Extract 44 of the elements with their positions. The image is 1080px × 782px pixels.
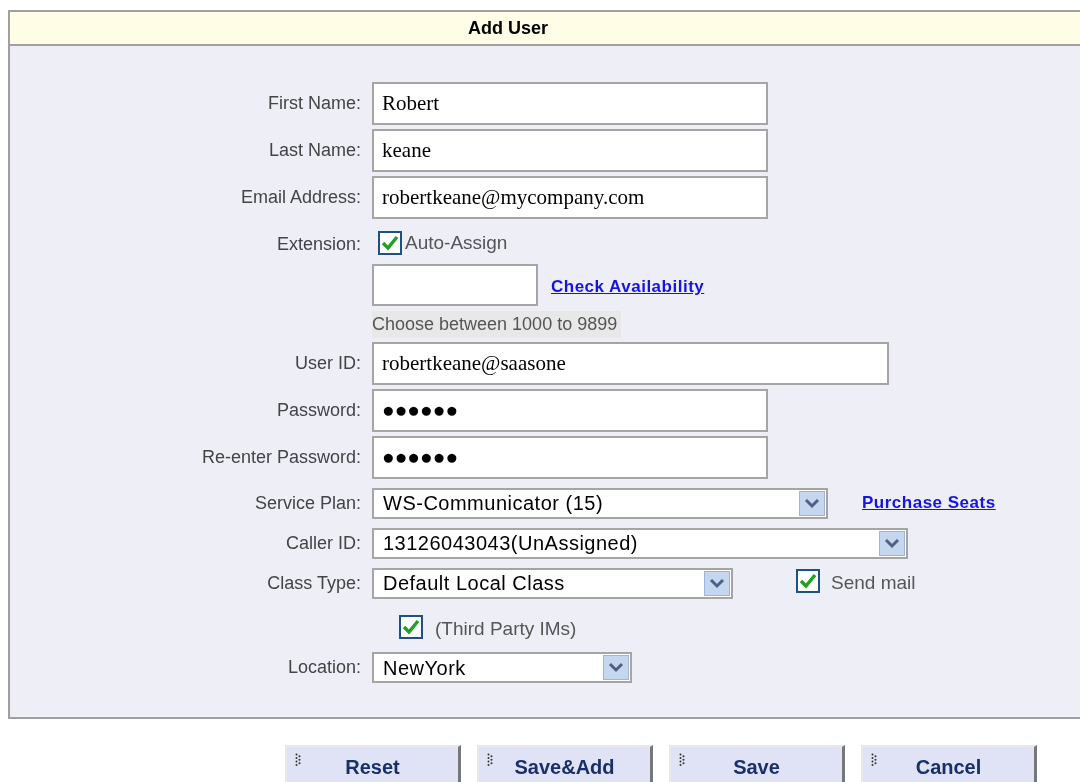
grip-icon — [871, 753, 877, 767]
grip-icon — [487, 753, 493, 767]
dropdown[interactable]: Default Local Class — [372, 567, 733, 599]
field-label: Password: — [276, 399, 361, 420]
action-button[interactable]: Save — [669, 745, 845, 782]
link[interactable]: Purchase Seats — [862, 490, 996, 516]
grip-icon — [679, 753, 685, 767]
dropdown[interactable]: NewYork — [372, 652, 632, 683]
input-field[interactable]: keane — [372, 129, 768, 172]
checkbox[interactable] — [796, 569, 820, 593]
input-field[interactable]: Robert — [372, 82, 768, 125]
checkbox-label: Auto-Assign — [405, 231, 508, 255]
field-label: Re-enter Password: — [201, 446, 361, 467]
chevron-down-icon — [879, 530, 905, 556]
checkbox-label: (Third Party IMs) — [435, 616, 577, 641]
input-field[interactable]: ●●●●●● — [372, 435, 768, 479]
grip-icon — [295, 753, 301, 767]
field-label: Class Type: — [267, 572, 361, 593]
field-label: Last Name: — [268, 140, 361, 160]
checkbox[interactable] — [378, 231, 402, 256]
link[interactable]: Check Availability — [551, 274, 705, 300]
dropdown[interactable]: 13126043043(UnAssigned) — [372, 527, 908, 559]
chevron-down-icon — [704, 570, 730, 596]
field-label: Email Address: — [240, 187, 361, 207]
input-field[interactable] — [372, 263, 538, 306]
checkbox[interactable] — [399, 614, 423, 639]
form-title: Add User — [468, 16, 548, 40]
chevron-down-icon — [603, 655, 629, 680]
field-label: First Name: — [268, 93, 361, 113]
checkbox-label: Send mail — [831, 570, 916, 595]
field-label: User ID: — [295, 352, 361, 373]
field-label: Service Plan: — [254, 492, 361, 513]
field-label: Extension: — [276, 234, 361, 254]
field-label: Location: — [287, 657, 361, 677]
input-field[interactable]: robertkeane@saasone — [372, 341, 889, 385]
action-button[interactable]: Save&Add — [477, 745, 653, 782]
input-field[interactable]: ●●●●●● — [372, 388, 768, 432]
hint-text: Choose between 1000 to 9899 — [372, 310, 622, 338]
action-button[interactable]: Cancel — [861, 745, 1037, 782]
chevron-down-icon — [799, 490, 825, 516]
field-label: Caller ID: — [286, 532, 361, 553]
input-field[interactable]: robertkeane@mycompany.com — [372, 176, 768, 219]
action-button[interactable]: Reset — [285, 745, 461, 782]
dropdown[interactable]: WS-Communicator (15) — [372, 487, 828, 519]
